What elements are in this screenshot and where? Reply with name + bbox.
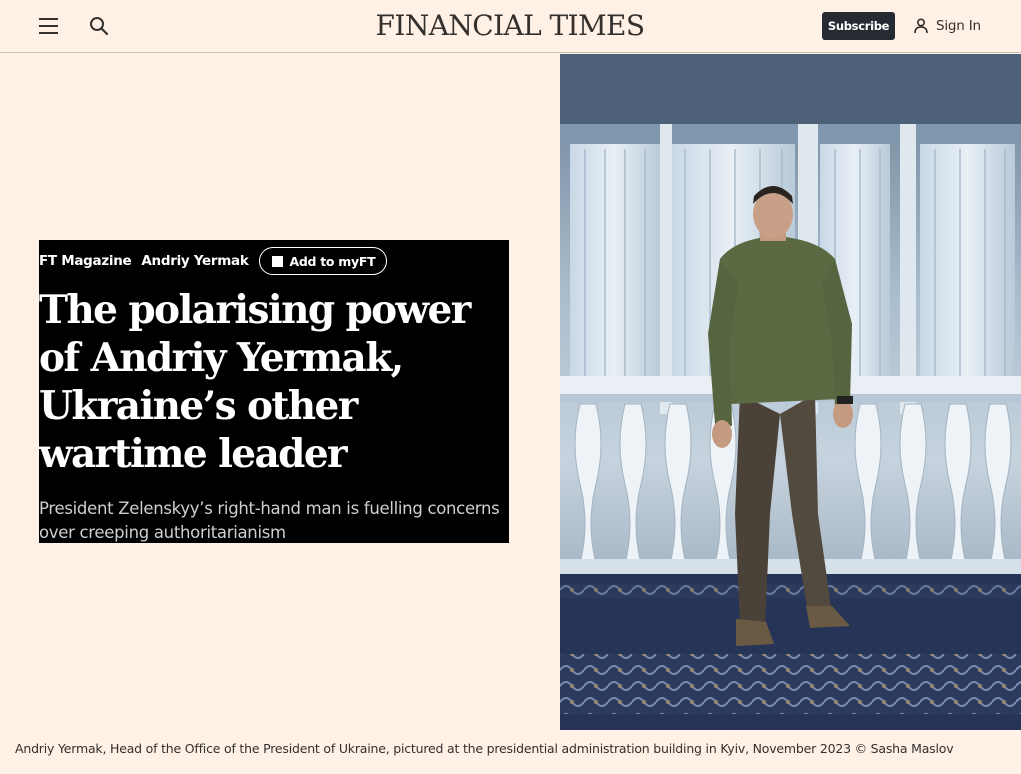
checkbox-square-icon: [271, 255, 283, 267]
article-hero-image: [560, 54, 1021, 730]
user-icon: [912, 17, 930, 35]
tag-ft-magazine[interactable]: FT Magazine: [39, 253, 132, 269]
site-logo[interactable]: FINANCIAL TIMES: [360, 8, 660, 44]
image-caption: Andriy Yermak, Head of the Office of the…: [15, 741, 954, 756]
article-hero-text: FT Magazine Andriy Yermak Add to myFT Th…: [39, 240, 509, 543]
article-headline: The polarising power of Andriy Yermak, U…: [39, 287, 471, 477]
article-standfirst: President Zelenskyy’s right-hand man is …: [39, 499, 500, 542]
subscribe-button[interactable]: Subscribe: [822, 12, 895, 40]
hamburger-menu-icon[interactable]: [38, 16, 60, 36]
article-tags: FT Magazine Andriy Yermak Add to myFT: [39, 246, 388, 276]
sign-in-label: Sign In: [936, 18, 981, 34]
site-header: FINANCIAL TIMES Subscribe Sign In: [0, 0, 1021, 53]
sign-in-link[interactable]: Sign In: [912, 13, 981, 39]
search-icon[interactable]: [88, 15, 110, 37]
add-to-myft-button[interactable]: Add to myFT: [258, 247, 388, 275]
add-to-myft-label: Add to myFT: [289, 253, 376, 269]
tag-andriy-yermak[interactable]: Andriy Yermak: [141, 253, 248, 269]
